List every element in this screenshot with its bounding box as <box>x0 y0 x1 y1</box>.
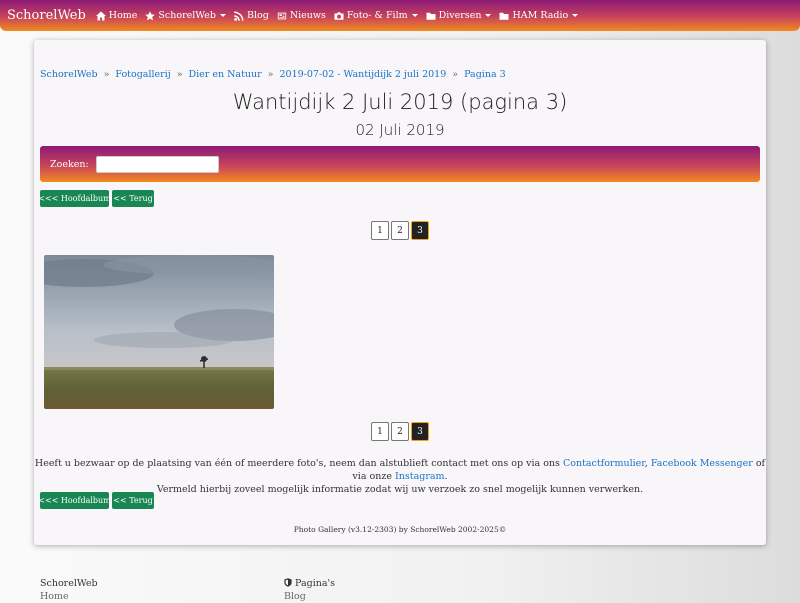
breadcrumb-separator: » <box>176 69 183 80</box>
breadcrumb-fotogallerij[interactable]: Fotogallerij <box>115 69 170 80</box>
chevron-down-icon <box>572 14 579 17</box>
newspaper-icon <box>277 12 286 19</box>
nav-blog[interactable]: Blog <box>234 10 269 21</box>
nav-diversen-label: Diversen <box>438 10 482 21</box>
gallery-card: SchorelWeb » Fotogallerij » Dier en Natu… <box>34 40 766 545</box>
folder-icon <box>499 12 509 20</box>
footer-heading: Pagina's <box>295 578 336 589</box>
nav-schorelweb-label: SchorelWeb <box>158 10 216 21</box>
search-bar: Zoeken: <box>40 146 760 182</box>
breadcrumb-schorelweb[interactable]: SchorelWeb <box>40 69 98 80</box>
back-button-bottom[interactable]: << Terug <box>112 492 154 509</box>
notice-comma: , <box>644 458 648 469</box>
shield-icon <box>284 578 292 587</box>
notice-text: Heeft u bezwaar op de plaatsing van één … <box>34 458 560 469</box>
footer-column-paginas: Pagina's Blog <box>284 577 335 603</box>
brand-link[interactable]: SchorelWeb <box>7 8 86 23</box>
nav-home[interactable]: Home <box>95 10 138 21</box>
breadcrumb-current-page[interactable]: Pagina 3 <box>464 69 506 80</box>
nav-foto-film[interactable]: Foto- & Film <box>334 10 418 21</box>
page-subtitle: 02 Juli 2019 <box>355 121 445 139</box>
landscape-photo <box>44 255 274 409</box>
chevron-down-icon <box>411 14 418 17</box>
main-album-button-bottom[interactable]: <<< Hoofdalbum <box>38 492 111 509</box>
top-navbar: SchorelWeb Home SchorelWeb Blog Nieuws F… <box>0 0 800 31</box>
gallery-credits: Photo Gallery (v3.12-2303) by SchorelWeb… <box>293 525 507 534</box>
footer-heading: SchorelWeb <box>40 578 98 589</box>
camera-icon <box>334 11 344 20</box>
rss-icon <box>234 11 244 21</box>
footer-link-home[interactable]: Home <box>40 590 98 603</box>
nav-schorelweb[interactable]: SchorelWeb <box>145 10 226 21</box>
page-2-button[interactable]: 2 <box>391 221 409 240</box>
page-1-button[interactable]: 1 <box>371 221 389 240</box>
star-icon <box>145 10 156 20</box>
nav-foto-film-label: Foto- & Film <box>346 10 408 21</box>
breadcrumb-album[interactable]: 2019-07-02 - Wantijdijk 2 juli 2019 <box>279 69 446 80</box>
nav-nieuws-label: Nieuws <box>289 10 326 21</box>
page-2-button[interactable]: 2 <box>391 422 409 441</box>
nav-nieuws[interactable]: Nieuws <box>277 10 326 21</box>
breadcrumb-dier-en-natuur[interactable]: Dier en Natuur <box>189 69 262 80</box>
pagination-top: 1 2 3 <box>34 221 766 240</box>
instagram-link[interactable]: Instagram <box>395 471 445 482</box>
facebook-messenger-link[interactable]: Facebook Messenger <box>651 458 753 469</box>
chevron-down-icon <box>485 14 492 17</box>
nav-ham-radio[interactable]: HAM Radio <box>499 10 579 21</box>
breadcrumb-separator: » <box>452 69 459 80</box>
nav-ham-radio-label: HAM Radio <box>512 10 569 21</box>
notice-period: . <box>444 471 448 482</box>
page-3-button-current[interactable]: 3 <box>411 221 429 240</box>
contact-form-link[interactable]: Contactformulier <box>563 458 645 469</box>
chevron-down-icon <box>219 14 226 17</box>
pagination-bottom: 1 2 3 <box>34 422 766 441</box>
search-input[interactable] <box>95 155 219 173</box>
nav-home-label: Home <box>108 10 138 21</box>
footer-column-schorelweb: SchorelWeb Home <box>40 577 98 603</box>
page-3-button-current[interactable]: 3 <box>411 422 429 441</box>
breadcrumb-separator: » <box>103 69 110 80</box>
home-icon <box>95 11 106 20</box>
footer-link-blog[interactable]: Blog <box>284 590 335 603</box>
privacy-notice: Heeft u bezwaar op de plaatsing van één … <box>34 457 766 496</box>
search-label: Zoeken: <box>50 158 89 170</box>
notice-text-line2: Vermeld hierbij zoveel mogelijk informat… <box>156 484 644 495</box>
page-1-button[interactable]: 1 <box>371 422 389 441</box>
main-album-button-top[interactable]: <<< Hoofdalbum <box>38 190 111 207</box>
nav-diversen[interactable]: Diversen <box>426 10 492 21</box>
folder-icon <box>426 12 436 20</box>
nav-blog-label: Blog <box>246 10 269 21</box>
gallery-photo-thumbnail[interactable] <box>44 255 274 409</box>
breadcrumb: SchorelWeb » Fotogallerij » Dier en Natu… <box>40 69 506 80</box>
back-button-top[interactable]: << Terug <box>112 190 154 207</box>
breadcrumb-separator: » <box>267 69 274 80</box>
page-title: Wantijdijk 2 Juli 2019 (pagina 3) <box>232 90 568 114</box>
